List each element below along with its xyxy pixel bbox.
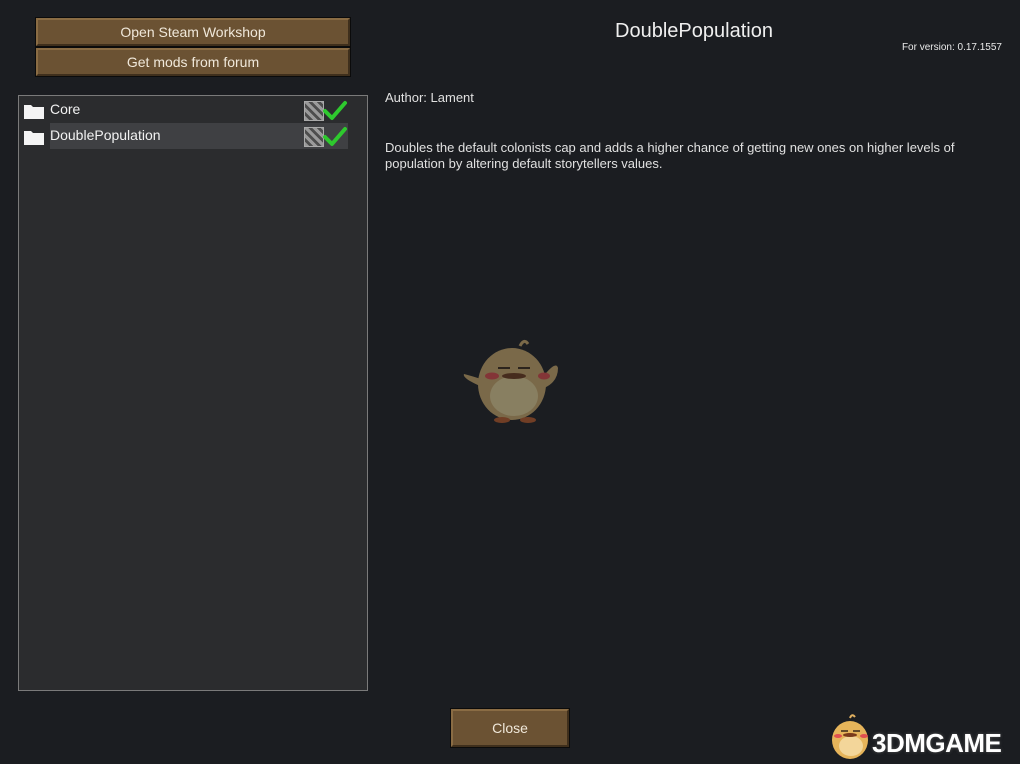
folder-icon (24, 131, 44, 145)
folder-icon (24, 105, 44, 119)
open-steam-workshop-button[interactable]: Open Steam Workshop (35, 17, 351, 47)
mod-title: DoublePopulation (615, 20, 773, 42)
mod-description: Doubles the default colonists cap and ad… (385, 140, 955, 171)
checkmark-icon[interactable] (322, 100, 348, 122)
mascot-logo-icon (832, 714, 868, 759)
mod-row-doublepopulation[interactable]: DoublePopulation (19, 123, 367, 149)
mod-name: Core (50, 101, 81, 117)
get-mods-from-forum-button[interactable]: Get mods from forum (35, 47, 351, 77)
author-label: Author: Lament (385, 90, 474, 105)
watermark-text: 3DMGAME (872, 728, 1002, 758)
watermark: 3DMGAME (826, 714, 1016, 764)
mod-list-panel[interactable]: Core DoublePopulation (18, 95, 368, 691)
hatch-icon (304, 127, 324, 147)
close-button[interactable]: Close (450, 708, 570, 748)
mod-row-core[interactable]: Core (19, 97, 367, 123)
hatch-icon (304, 101, 324, 121)
mod-name: DoublePopulation (50, 127, 161, 143)
version-label: For version: 0.17.1557 (901, 42, 1002, 53)
checkmark-icon[interactable] (322, 126, 348, 148)
mod-preview-image (463, 339, 558, 423)
